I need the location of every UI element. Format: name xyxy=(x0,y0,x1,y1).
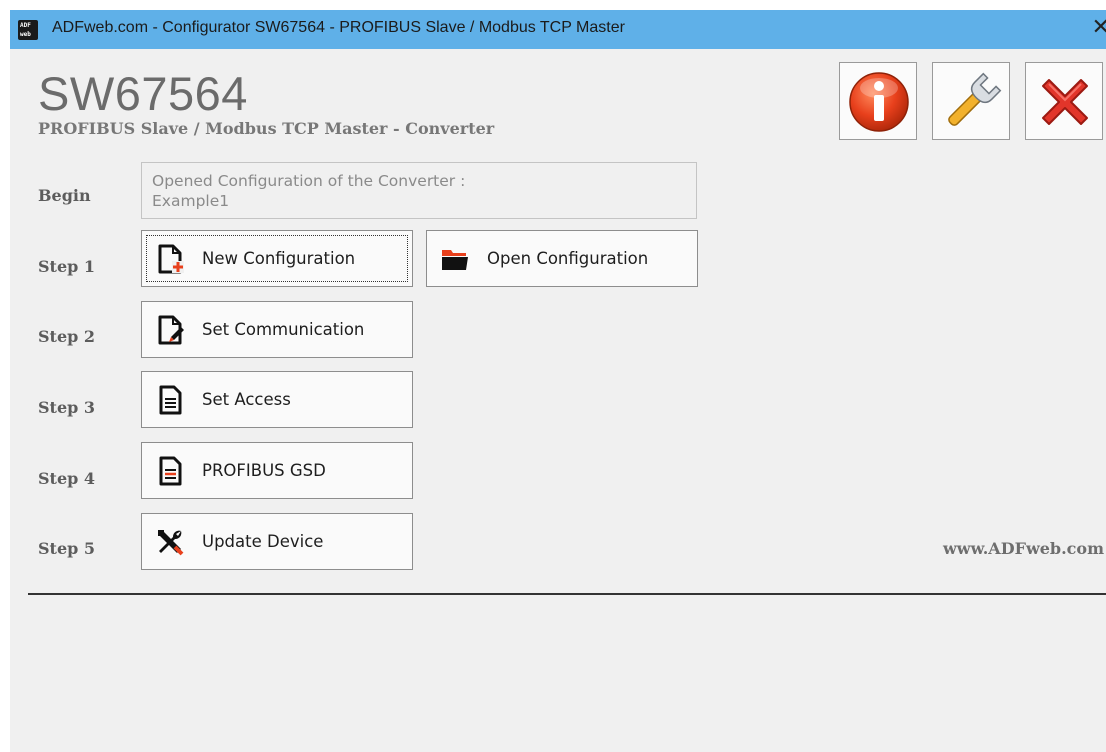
step3-label: Step 3 xyxy=(38,398,96,417)
open-configuration-button[interactable]: Open Configuration xyxy=(426,230,698,287)
open-configuration-label: Open Configuration xyxy=(487,249,649,268)
gsd-file-icon xyxy=(159,456,182,486)
opened-config-info: Opened Configuration of the Converter : … xyxy=(141,162,697,219)
logo-text-bottom: web xyxy=(20,31,31,38)
new-configuration-button[interactable]: New Configuration xyxy=(141,230,413,287)
folder-open-icon xyxy=(442,250,468,270)
wrench-icon xyxy=(948,72,1002,126)
update-device-button[interactable]: Update Device xyxy=(141,513,413,570)
product-subtitle: PROFIBUS Slave / Modbus TCP Master - Con… xyxy=(38,119,495,138)
step4-label: Step 4 xyxy=(38,469,96,488)
info-icon xyxy=(849,72,909,132)
window-left-edge xyxy=(0,0,10,752)
begin-label: Begin xyxy=(38,186,91,205)
window-titlebar[interactable]: ADF web ADFweb.com - Configurator SW6756… xyxy=(10,10,1106,49)
product-code: SW67564 xyxy=(38,67,248,120)
set-access-button[interactable]: Set Access xyxy=(141,371,413,428)
new-configuration-label: New Configuration xyxy=(202,249,356,268)
website-link[interactable]: www.ADFweb.com xyxy=(943,539,1104,558)
step1-label: Step 1 xyxy=(38,257,96,276)
new-file-icon xyxy=(158,244,184,274)
exit-button[interactable] xyxy=(1025,62,1103,140)
step2-label: Step 2 xyxy=(38,327,96,346)
step5-label: Step 5 xyxy=(38,539,96,558)
update-device-label: Update Device xyxy=(202,532,324,551)
document-icon xyxy=(159,385,182,415)
window-title: ADFweb.com - Configurator SW67564 - PROF… xyxy=(52,19,625,36)
settings-button[interactable] xyxy=(932,62,1010,140)
set-communication-label: Set Communication xyxy=(202,320,365,339)
window-close-button[interactable]: ✕ xyxy=(1092,16,1106,40)
divider-line xyxy=(28,593,1106,595)
adfweb-logo-icon: ADF web xyxy=(18,20,38,40)
info-button[interactable] xyxy=(839,62,917,140)
profibus-gsd-label: PROFIBUS GSD xyxy=(202,461,326,480)
set-access-label: Set Access xyxy=(202,390,291,409)
edit-file-icon xyxy=(158,315,184,345)
config-info-name: Example1 xyxy=(152,192,230,210)
profibus-gsd-button[interactable]: PROFIBUS GSD xyxy=(141,442,413,499)
tools-icon xyxy=(158,530,184,556)
main-panel: SW67564 PROFIBUS Slave / Modbus TCP Mast… xyxy=(10,49,1106,752)
set-communication-button[interactable]: Set Communication xyxy=(141,301,413,358)
config-info-line1: Opened Configuration of the Converter : xyxy=(152,172,466,190)
close-red-x-icon xyxy=(1042,79,1088,125)
logo-text-top: ADF xyxy=(20,22,31,29)
